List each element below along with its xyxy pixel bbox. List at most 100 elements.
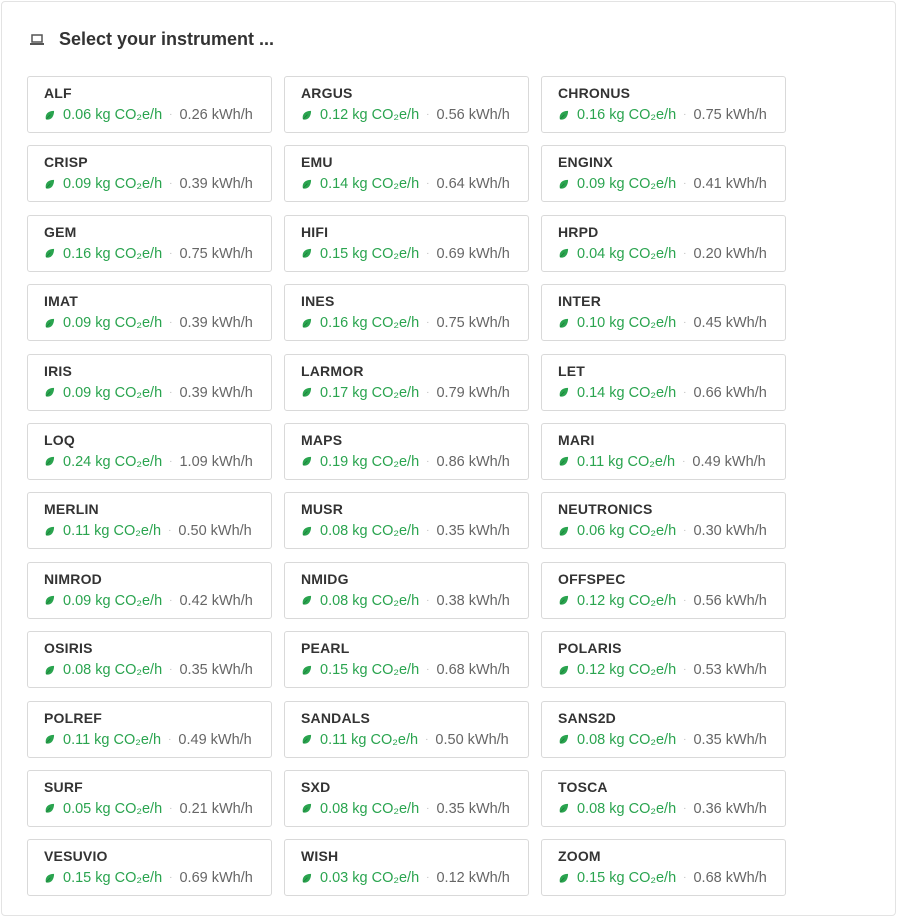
instrument-card-polaris[interactable]: POLARIS 0.12 kg CO₂e/h · 0.53 kWh/h (541, 631, 786, 689)
instrument-stats: 0.08 kg CO₂e/h · 0.35 kWh/h (301, 800, 528, 818)
leaf-icon (302, 804, 312, 814)
co2-value: 0.24 kg CO₂e/h (63, 453, 163, 470)
instrument-stats: 0.11 kg CO₂e/h · 0.49 kWh/h (44, 731, 271, 749)
instrument-card-nmidg[interactable]: NMIDG 0.08 kg CO₂e/h · 0.38 kWh/h (284, 561, 529, 619)
co2-value: 0.08 kg CO₂e/h (320, 592, 420, 609)
instrument-card-osiris[interactable]: OSIRIS 0.08 kg CO₂e/h · 0.35 kWh/h (27, 631, 272, 689)
instrument-card-mari[interactable]: MARI 0.11 kg CO₂e/h · 0.49 kWh/h (541, 422, 786, 480)
instrument-stats: 0.09 kg CO₂e/h · 0.42 kWh/h (44, 592, 271, 610)
instrument-stats: 0.03 kg CO₂e/h · 0.12 kWh/h (301, 869, 528, 887)
separator: · (169, 664, 173, 676)
energy-value: 0.69 kWh/h (436, 245, 510, 262)
instrument-card-vesuvio[interactable]: VESUVIO 0.15 kg CO₂e/h · 0.69 kWh/h (27, 839, 272, 897)
leaf-icon (45, 596, 55, 605)
instrument-card-sans2d[interactable]: SANS2D 0.08 kg CO₂e/h · 0.35 kWh/h (541, 700, 786, 758)
instrument-card-argus[interactable]: ARGUS 0.12 kg CO₂e/h · 0.56 kWh/h (284, 76, 529, 133)
energy-value: 0.39 kWh/h (179, 315, 253, 332)
instrument-stats: 0.11 kg CO₂e/h · 0.50 kWh/h (44, 522, 271, 540)
instrument-stats: 0.14 kg CO₂e/h · 0.66 kWh/h (558, 384, 785, 402)
instrument-stats: 0.09 kg CO₂e/h · 0.39 kWh/h (44, 175, 271, 193)
instrument-card-maps[interactable]: MAPS 0.19 kg CO₂e/h · 0.86 kWh/h (284, 422, 529, 480)
instrument-name: EMU (301, 154, 333, 171)
instrument-card-zoom[interactable]: ZOOM 0.15 kg CO₂e/h · 0.68 kWh/h (541, 839, 786, 897)
instrument-card-sandals[interactable]: SANDALS 0.11 kg CO₂e/h · 0.50 kWh/h (284, 700, 529, 758)
instrument-card-polref[interactable]: POLREF 0.11 kg CO₂e/h · 0.49 kWh/h (27, 700, 272, 758)
instrument-card-imat[interactable]: IMAT 0.09 kg CO₂e/h · 0.39 kWh/h (27, 284, 272, 342)
leaf-icon (559, 526, 569, 536)
instrument-name: SURF (44, 778, 83, 795)
instrument-card-hifi[interactable]: HIFI 0.15 kg CO₂e/h · 0.69 kWh/h (284, 214, 529, 272)
instrument-card-larmor[interactable]: LARMOR 0.17 kg CO₂e/h · 0.79 kWh/h (284, 353, 529, 411)
instrument-stats: 0.11 kg CO₂e/h · 0.50 kWh/h (301, 731, 528, 749)
instrument-stats: 0.05 kg CO₂e/h · 0.21 kWh/h (44, 800, 271, 818)
instrument-card-ines[interactable]: INES 0.16 kg CO₂e/h · 0.75 kWh/h (284, 284, 529, 342)
separator: · (426, 317, 430, 329)
instrument-name: INTER (558, 293, 601, 310)
separator: · (426, 247, 430, 259)
co2-value: 0.08 kg CO₂e/h (320, 800, 420, 817)
leaf-icon (302, 665, 312, 675)
instrument-card-pearl[interactable]: PEARL 0.15 kg CO₂e/h · 0.68 kWh/h (284, 631, 529, 689)
instrument-card-offspec[interactable]: OFFSPEC 0.12 kg CO₂e/h · 0.56 kWh/h (541, 561, 786, 619)
separator: · (425, 733, 429, 745)
co2-value: 0.10 kg CO₂e/h (577, 315, 677, 332)
instrument-card-alf[interactable]: ALF 0.06 kg CO₂e/h · 0.26 kWh/h (27, 76, 272, 133)
instrument-card-emu[interactable]: EMU 0.14 kg CO₂e/h · 0.64 kWh/h (284, 145, 529, 203)
co2-value: 0.15 kg CO₂e/h (577, 870, 677, 887)
instrument-card-inter[interactable]: INTER 0.10 kg CO₂e/h · 0.45 kWh/h (541, 284, 786, 342)
energy-value: 0.41 kWh/h (693, 176, 767, 193)
separator: · (169, 178, 173, 190)
instrument-card-tosca[interactable]: TOSCA 0.08 kg CO₂e/h · 0.36 kWh/h (541, 769, 786, 827)
instrument-card-iris[interactable]: IRIS 0.09 kg CO₂e/h · 0.39 kWh/h (27, 353, 272, 411)
separator: · (426, 109, 430, 120)
co2-value: 0.17 kg CO₂e/h (320, 384, 420, 401)
instrument-card-gem[interactable]: GEM 0.16 kg CO₂e/h · 0.75 kWh/h (27, 214, 272, 272)
instrument-card-neutronics[interactable]: NEUTRONICS 0.06 kg CO₂e/h · 0.30 kWh/h (541, 492, 786, 550)
energy-value: 0.49 kWh/h (692, 453, 766, 470)
energy-value: 0.86 kWh/h (436, 453, 510, 470)
separator: · (426, 802, 430, 814)
instrument-stats: 0.14 kg CO₂e/h · 0.64 kWh/h (301, 175, 528, 193)
instrument-card-sxd[interactable]: SXD 0.08 kg CO₂e/h · 0.35 kWh/h (284, 769, 529, 827)
instrument-card-enginx[interactable]: ENGINX 0.09 kg CO₂e/h · 0.41 kWh/h (541, 145, 786, 203)
panel-header: Select your instrument ... (29, 29, 274, 50)
co2-value: 0.12 kg CO₂e/h (320, 107, 420, 123)
co2-value: 0.11 kg CO₂e/h (63, 523, 162, 540)
energy-value: 0.20 kWh/h (693, 245, 767, 262)
instrument-stats: 0.16 kg CO₂e/h · 0.75 kWh/h (301, 314, 528, 332)
instrument-card-surf[interactable]: SURF 0.05 kg CO₂e/h · 0.21 kWh/h (27, 769, 272, 827)
instrument-card-chronus[interactable]: CHRONUS 0.16 kg CO₂e/h · 0.75 kWh/h (541, 76, 786, 133)
instrument-name: CRISP (44, 154, 88, 171)
instrument-card-crisp[interactable]: CRISP 0.09 kg CO₂e/h · 0.39 kWh/h (27, 145, 272, 203)
co2-value: 0.14 kg CO₂e/h (577, 384, 677, 401)
instrument-card-loq[interactable]: LOQ 0.24 kg CO₂e/h · 1.09 kWh/h (27, 422, 272, 480)
co2-value: 0.09 kg CO₂e/h (63, 592, 163, 609)
instrument-card-musr[interactable]: MUSR 0.08 kg CO₂e/h · 0.35 kWh/h (284, 492, 529, 550)
separator: · (169, 872, 173, 884)
leaf-icon (302, 596, 312, 605)
leaf-icon (302, 387, 312, 397)
instrument-stats: 0.09 kg CO₂e/h · 0.39 kWh/h (44, 314, 271, 332)
instrument-name: ZOOM (558, 848, 601, 865)
instrument-card-merlin[interactable]: MERLIN 0.11 kg CO₂e/h · 0.50 kWh/h (27, 492, 272, 550)
instrument-card-let[interactable]: LET 0.14 kg CO₂e/h · 0.66 kWh/h (541, 353, 786, 411)
co2-value: 0.08 kg CO₂e/h (577, 800, 677, 817)
co2-value: 0.16 kg CO₂e/h (63, 245, 163, 262)
separator: · (426, 178, 430, 190)
co2-value: 0.19 kg CO₂e/h (320, 453, 420, 470)
instrument-name: POLREF (44, 709, 102, 726)
co2-value: 0.09 kg CO₂e/h (63, 176, 163, 193)
separator: · (426, 455, 430, 467)
co2-value: 0.03 kg CO₂e/h (320, 870, 420, 887)
instrument-name: SXD (301, 778, 331, 795)
instrument-card-wish[interactable]: WISH 0.03 kg CO₂e/h · 0.12 kWh/h (284, 839, 529, 897)
leaf-icon (559, 734, 569, 744)
instrument-card-hrpd[interactable]: HRPD 0.04 kg CO₂e/h · 0.20 kWh/h (541, 214, 786, 272)
instrument-name: ENGINX (558, 154, 613, 171)
instrument-card-nimrod[interactable]: NIMROD 0.09 kg CO₂e/h · 0.42 kWh/h (27, 561, 272, 619)
co2-value: 0.14 kg CO₂e/h (320, 176, 420, 193)
energy-value: 0.26 kWh/h (179, 107, 253, 123)
co2-value: 0.06 kg CO₂e/h (63, 107, 163, 123)
energy-value: 0.35 kWh/h (436, 800, 510, 817)
instrument-name: IMAT (44, 293, 78, 310)
